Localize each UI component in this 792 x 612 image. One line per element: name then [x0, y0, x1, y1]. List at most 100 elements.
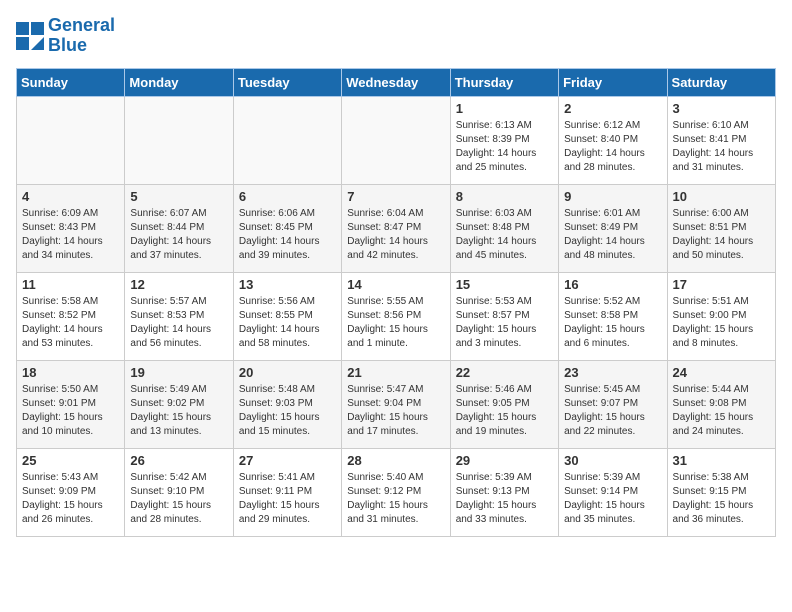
- calendar-cell: [233, 96, 341, 184]
- day-number: 22: [456, 365, 553, 380]
- day-number: 4: [22, 189, 119, 204]
- calendar-cell: 6Sunrise: 6:06 AM Sunset: 8:45 PM Daylig…: [233, 184, 341, 272]
- calendar-cell: 25 Sunrise: 5:43 AM Sunset: 9:09 PM Dayli…: [17, 448, 125, 536]
- day-number: 14: [347, 277, 444, 292]
- day-number: 20: [239, 365, 336, 380]
- day-number: 28: [347, 453, 444, 468]
- calendar-cell: 30 Sunrise: 5:39 AM Sunset: 9:14 PM Dayli…: [559, 448, 667, 536]
- calendar-cell: 5 Sunrise: 6:07 AM Sunset: 8:44 PM Daylig…: [125, 184, 233, 272]
- day-number: 31: [673, 453, 770, 468]
- day-number: 30: [564, 453, 661, 468]
- calendar-cell: 8 Sunrise: 6:03 AM Sunset: 8:48 PM Daylig…: [450, 184, 558, 272]
- day-number: 1: [456, 101, 553, 116]
- day-number: 26: [130, 453, 227, 468]
- weekday-wednesday: Wednesday: [342, 68, 450, 96]
- calendar-cell: 22 Sunrise: 5:46 AM Sunset: 9:05 PM Dayli…: [450, 360, 558, 448]
- day-info: Sunrise: 5:56 AM Sunset: 8:55 PM Dayligh…: [239, 295, 336, 351]
- day-number: 2: [564, 101, 661, 116]
- day-number: 23: [564, 365, 661, 380]
- day-info: Sunrise: 6:04 AM Sunset: 8:47 PM Dayligh…: [347, 207, 444, 263]
- day-number: 19: [130, 365, 227, 380]
- day-info: Sunrise: 5:47 AM Sunset: 9:04 PM Dayligh…: [347, 383, 444, 439]
- day-number: 16: [564, 277, 661, 292]
- day-number: 9: [564, 189, 661, 204]
- calendar-cell: 31 Sunrise: 5:38 AM Sunset: 9:15 PM Dayli…: [667, 448, 775, 536]
- day-number: 29: [456, 453, 553, 468]
- weekday-thursday: Thursday: [450, 68, 558, 96]
- day-info: Sunrise: 6:07 AM Sunset: 8:44 PM Dayligh…: [130, 207, 227, 263]
- day-info: Sunrise: 5:45 AM Sunset: 9:07 PM Dayligh…: [564, 383, 661, 439]
- calendar-cell: [125, 96, 233, 184]
- day-info: Sunrise: 6:00 AM Sunset: 8:51 PM Dayligh…: [673, 207, 770, 263]
- weekday-tuesday: Tuesday: [233, 68, 341, 96]
- day-info: Sunrise: 5:46 AM Sunset: 9:05 PM Dayligh…: [456, 383, 553, 439]
- day-info: Sunrise: 5:49 AM Sunset: 9:02 PM Dayligh…: [130, 383, 227, 439]
- calendar-cell: 18 Sunrise: 5:50 AM Sunset: 9:01 PM Dayli…: [17, 360, 125, 448]
- day-number: 10: [673, 189, 770, 204]
- day-info: Sunrise: 6:13 AM Sunset: 8:39 PM Dayligh…: [456, 119, 553, 175]
- calendar-cell: 11 Sunrise: 5:58 AM Sunset: 8:52 PM Dayli…: [17, 272, 125, 360]
- calendar-cell: 29 Sunrise: 5:39 AM Sunset: 9:13 PM Dayli…: [450, 448, 558, 536]
- calendar-week-row: 1 Sunrise: 6:13 AM Sunset: 8:39 PM Daylig…: [17, 96, 776, 184]
- calendar-cell: 14 Sunrise: 5:55 AM Sunset: 8:56 PM Dayli…: [342, 272, 450, 360]
- logo-general: General: [48, 15, 115, 35]
- calendar-cell: 12Sunrise: 5:57 AM Sunset: 8:53 PM Dayli…: [125, 272, 233, 360]
- logo-text: General Blue: [48, 16, 115, 56]
- day-info: Sunrise: 5:40 AM Sunset: 9:12 PM Dayligh…: [347, 471, 444, 527]
- calendar-cell: 16 Sunrise: 5:52 AM Sunset: 8:58 PM Dayli…: [559, 272, 667, 360]
- day-info: Sunrise: 5:52 AM Sunset: 8:58 PM Dayligh…: [564, 295, 661, 351]
- day-info: Sunrise: 6:09 AM Sunset: 8:43 PM Dayligh…: [22, 207, 119, 263]
- day-number: 18: [22, 365, 119, 380]
- day-info: Sunrise: 5:57 AM Sunset: 8:53 PM Dayligh…: [130, 295, 227, 351]
- day-info: Sunrise: 5:55 AM Sunset: 8:56 PM Dayligh…: [347, 295, 444, 351]
- calendar-cell: 3Sunrise: 6:10 AM Sunset: 8:41 PM Daylig…: [667, 96, 775, 184]
- day-info: Sunrise: 5:53 AM Sunset: 8:57 PM Dayligh…: [456, 295, 553, 351]
- day-info: Sunrise: 5:51 AM Sunset: 9:00 PM Dayligh…: [673, 295, 770, 351]
- calendar-cell: 1 Sunrise: 6:13 AM Sunset: 8:39 PM Daylig…: [450, 96, 558, 184]
- calendar-cell: 28 Sunrise: 5:40 AM Sunset: 9:12 PM Dayli…: [342, 448, 450, 536]
- day-number: 17: [673, 277, 770, 292]
- calendar-cell: 23 Sunrise: 5:45 AM Sunset: 9:07 PM Dayli…: [559, 360, 667, 448]
- day-info: Sunrise: 6:12 AM Sunset: 8:40 PM Dayligh…: [564, 119, 661, 175]
- weekday-saturday: Saturday: [667, 68, 775, 96]
- day-number: 15: [456, 277, 553, 292]
- day-info: Sunrise: 6:03 AM Sunset: 8:48 PM Dayligh…: [456, 207, 553, 263]
- day-info: Sunrise: 5:48 AM Sunset: 9:03 PM Dayligh…: [239, 383, 336, 439]
- calendar-cell: 19 Sunrise: 5:49 AM Sunset: 9:02 PM Dayli…: [125, 360, 233, 448]
- calendar-week-row: 4 Sunrise: 6:09 AM Sunset: 8:43 PM Daylig…: [17, 184, 776, 272]
- day-number: 7: [347, 189, 444, 204]
- calendar-cell: 2 Sunrise: 6:12 AM Sunset: 8:40 PM Daylig…: [559, 96, 667, 184]
- day-number: 27: [239, 453, 336, 468]
- logo: General Blue: [16, 16, 115, 56]
- logo-blue: Blue: [48, 35, 87, 55]
- calendar-table: SundayMondayTuesdayWednesdayThursdayFrid…: [16, 68, 776, 537]
- day-number: 3: [673, 101, 770, 116]
- day-number: 24: [673, 365, 770, 380]
- day-info: Sunrise: 5:38 AM Sunset: 9:15 PM Dayligh…: [673, 471, 770, 527]
- day-info: Sunrise: 5:58 AM Sunset: 8:52 PM Dayligh…: [22, 295, 119, 351]
- day-info: Sunrise: 5:39 AM Sunset: 9:13 PM Dayligh…: [456, 471, 553, 527]
- weekday-friday: Friday: [559, 68, 667, 96]
- weekday-sunday: Sunday: [17, 68, 125, 96]
- day-number: 6: [239, 189, 336, 204]
- calendar-body: 1 Sunrise: 6:13 AM Sunset: 8:39 PM Daylig…: [17, 96, 776, 536]
- day-number: 5: [130, 189, 227, 204]
- calendar-week-row: 25 Sunrise: 5:43 AM Sunset: 9:09 PM Dayli…: [17, 448, 776, 536]
- day-info: Sunrise: 5:39 AM Sunset: 9:14 PM Dayligh…: [564, 471, 661, 527]
- calendar-header: SundayMondayTuesdayWednesdayThursdayFrid…: [17, 68, 776, 96]
- calendar-cell: 20 Sunrise: 5:48 AM Sunset: 9:03 PM Dayli…: [233, 360, 341, 448]
- day-number: 11: [22, 277, 119, 292]
- day-number: 25: [22, 453, 119, 468]
- weekday-monday: Monday: [125, 68, 233, 96]
- day-number: 21: [347, 365, 444, 380]
- day-info: Sunrise: 5:41 AM Sunset: 9:11 PM Dayligh…: [239, 471, 336, 527]
- calendar-cell: 13 Sunrise: 5:56 AM Sunset: 8:55 PM Dayli…: [233, 272, 341, 360]
- calendar-cell: 17 Sunrise: 5:51 AM Sunset: 9:00 PM Dayli…: [667, 272, 775, 360]
- calendar-cell: 9Sunrise: 6:01 AM Sunset: 8:49 PM Daylig…: [559, 184, 667, 272]
- logo-icon: [16, 22, 44, 50]
- calendar-cell: 4 Sunrise: 6:09 AM Sunset: 8:43 PM Daylig…: [17, 184, 125, 272]
- day-info: Sunrise: 5:43 AM Sunset: 9:09 PM Dayligh…: [22, 471, 119, 527]
- day-info: Sunrise: 5:50 AM Sunset: 9:01 PM Dayligh…: [22, 383, 119, 439]
- day-number: 8: [456, 189, 553, 204]
- day-number: 13: [239, 277, 336, 292]
